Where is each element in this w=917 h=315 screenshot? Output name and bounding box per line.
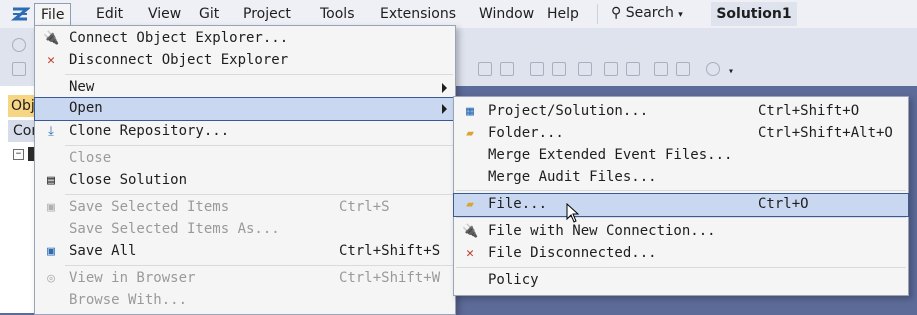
menu-item-merge-event[interactable]: Merge Extended Event Files... <box>454 145 908 167</box>
connect-icon: 🔌 <box>43 31 60 46</box>
menu-item-browse-with[interactable]: Browse With... <box>35 290 455 312</box>
menu-item-close-solution[interactable]: ▤ Close Solution <box>35 170 455 192</box>
submenu-arrow-icon <box>442 83 447 93</box>
menu-help[interactable]: Help <box>547 5 579 25</box>
chevron-down-icon: ▾ <box>678 10 683 20</box>
browser-icon: ◎ <box>47 271 55 286</box>
search-icon: ⚲ <box>611 5 622 21</box>
project-solution-icon: ▦ <box>466 104 474 119</box>
submenu-arrow-icon <box>442 104 447 114</box>
search-button[interactable]: ⚲ Search ▾ <box>611 5 683 23</box>
toolbar-icon[interactable] <box>500 62 514 76</box>
back-icon[interactable] <box>12 38 26 52</box>
disconnect-icon: ✕ <box>466 246 474 261</box>
menu-edit[interactable]: Edit <box>96 5 123 25</box>
folder-icon: ▰ <box>466 126 474 141</box>
clone-icon: ⤓ <box>48 124 54 139</box>
menu-item-connect[interactable]: 🔌 Connect Object Explorer... <box>35 28 455 50</box>
menu-item-save-selected-as[interactable]: Save Selected Items As... <box>35 219 455 241</box>
menu-view[interactable]: View <box>148 5 181 25</box>
collapse-icon[interactable]: − <box>13 149 24 160</box>
menu-item-file[interactable]: ▰ File... Ctrl+O <box>453 193 909 217</box>
menu-item-open[interactable]: Open <box>34 97 456 121</box>
overflow-chevron-icon[interactable]: ▾ <box>728 66 734 77</box>
toolbar-icon[interactable] <box>626 62 640 76</box>
file-menu: 🔌 Connect Object Explorer... ✕ Disconnec… <box>34 25 456 315</box>
menu-item-save-all[interactable]: ▣ Save All Ctrl+Shift+S <box>35 241 455 263</box>
menu-separator <box>65 74 453 75</box>
toolbar-icon[interactable] <box>676 62 690 76</box>
toolbar-icon[interactable] <box>654 62 668 76</box>
menu-window[interactable]: Window <box>479 5 534 25</box>
open-submenu: ▦ Project/Solution... Ctrl+Shift+O ▰ Fol… <box>453 96 909 296</box>
menu-item-file-new-connection[interactable]: 🔌 File with New Connection... <box>454 221 908 243</box>
save-icon: ▣ <box>47 200 55 215</box>
menu-item-save-selected[interactable]: ▣ Save Selected Items Ctrl+S <box>35 197 455 219</box>
close-solution-icon: ▤ <box>47 173 55 188</box>
connect-icon: 🔌 <box>462 224 479 239</box>
menu-item-new[interactable]: New <box>35 77 455 99</box>
menu-item-merge-audit[interactable]: Merge Audit Files... <box>454 167 908 189</box>
search-label: Search <box>625 5 674 21</box>
menu-separator <box>65 194 453 195</box>
solution-name[interactable]: Solution1 <box>711 2 797 26</box>
menu-item-clone[interactable]: ⤓ Clone Repository... <box>35 121 455 143</box>
toolbar-icon[interactable] <box>530 62 544 76</box>
toolbar-icon[interactable] <box>12 62 26 76</box>
mouse-pointer-icon <box>566 203 580 223</box>
menu-item-view-browser[interactable]: ◎ View in Browser Ctrl+Shift+W <box>35 268 455 290</box>
open-file-icon: ▰ <box>466 197 474 212</box>
save-all-icon: ▣ <box>47 244 55 259</box>
menu-separator <box>65 145 453 146</box>
menu-separator <box>456 217 906 218</box>
disconnect-icon: ✕ <box>47 53 55 68</box>
menu-extensions[interactable]: Extensions <box>380 5 456 25</box>
menu-item-project-solution[interactable]: ▦ Project/Solution... Ctrl+Shift+O <box>454 101 908 123</box>
menu-tools[interactable]: Tools <box>320 5 355 25</box>
menu-separator <box>456 267 906 268</box>
ssms-logo-icon <box>10 7 30 21</box>
menu-item-folder[interactable]: ▰ Folder... Ctrl+Shift+Alt+O <box>454 123 908 145</box>
menu-separator <box>65 265 453 266</box>
toolbar-icon[interactable] <box>478 62 492 76</box>
menu-item-close[interactable]: Close <box>35 148 455 170</box>
menu-bar: File Edit View Git Project Tools Extensi… <box>0 0 917 29</box>
menu-item-policy[interactable]: Policy <box>454 270 908 292</box>
toolbar-icon[interactable] <box>706 62 720 76</box>
menu-item-disconnect[interactable]: ✕ Disconnect Object Explorer <box>35 50 455 72</box>
menubar-separator <box>597 4 598 24</box>
toolbar-icon[interactable] <box>578 62 592 76</box>
menu-separator <box>456 190 906 191</box>
menu-item-file-disconnected[interactable]: ✕ File Disconnected... <box>454 243 908 265</box>
toolbar-icon[interactable] <box>604 62 618 76</box>
toolbar-icon[interactable] <box>552 62 566 76</box>
menu-git[interactable]: Git <box>199 5 219 25</box>
menu-project[interactable]: Project <box>243 5 291 25</box>
